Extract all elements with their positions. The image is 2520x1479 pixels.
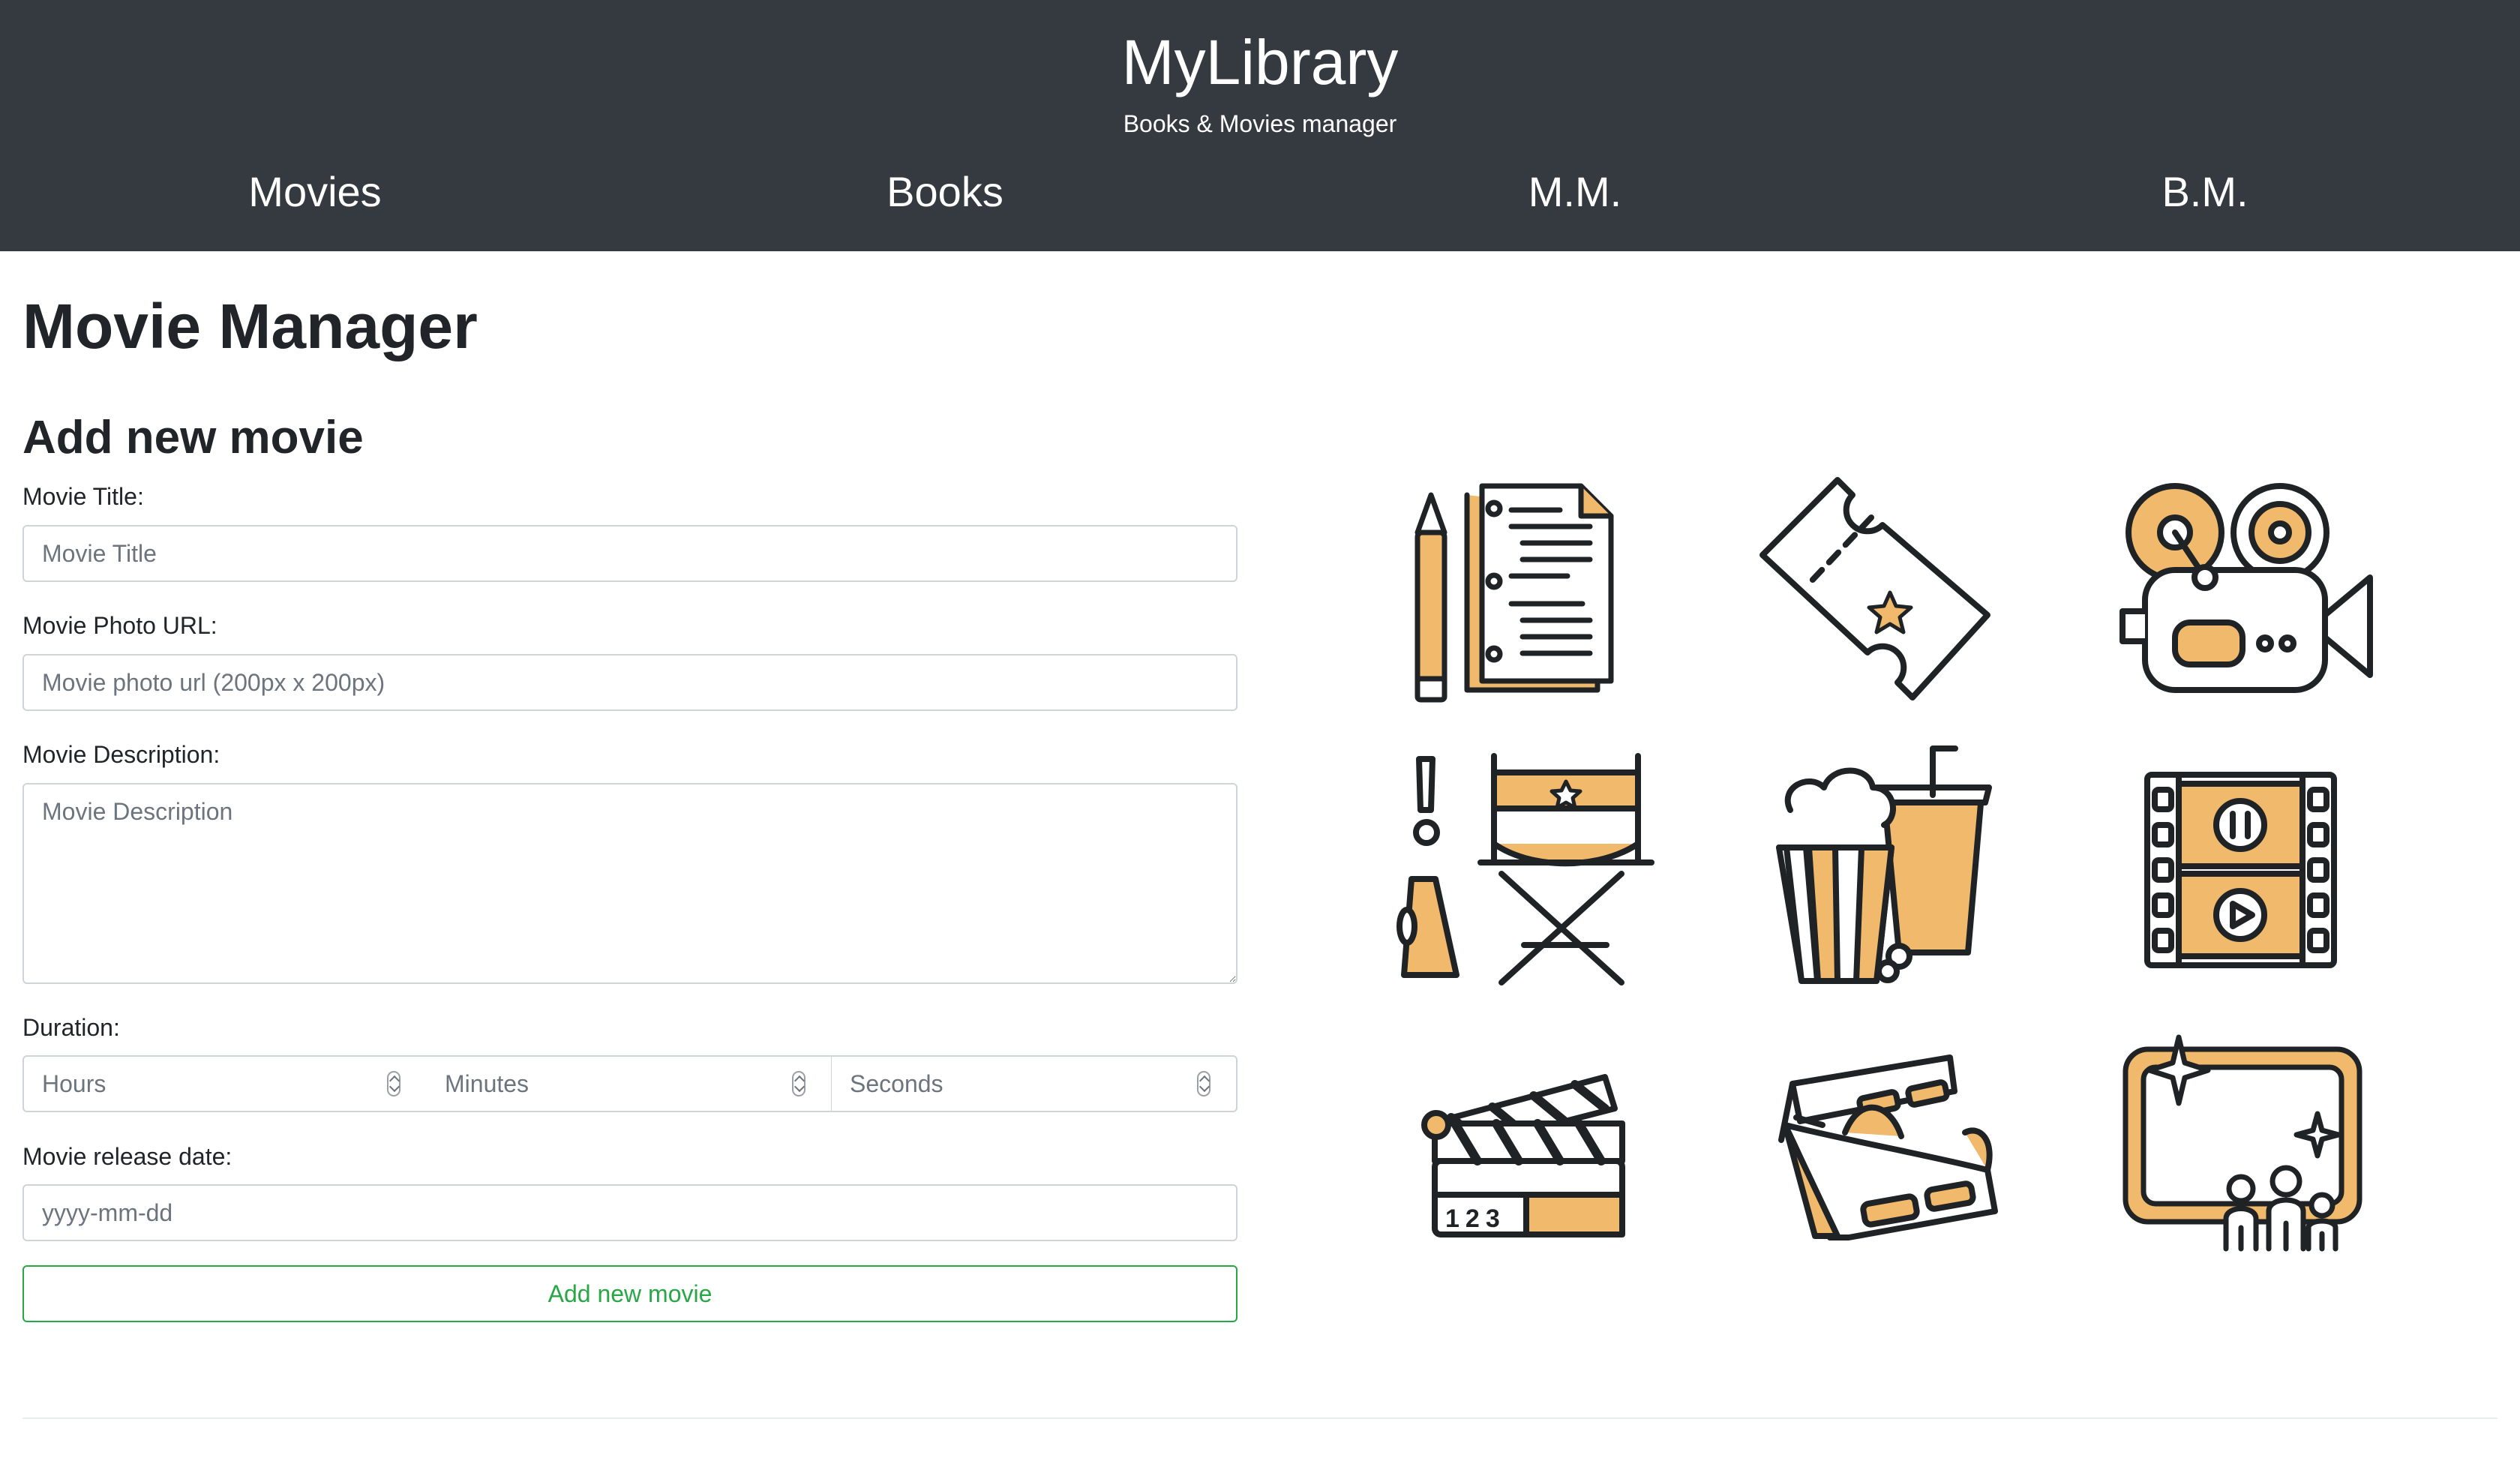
footer-divider <box>22 1418 2498 1419</box>
duration-label: Duration: <box>22 1014 120 1041</box>
brand-tagline: Books & Movies manager <box>1123 110 1397 137</box>
release-date-input[interactable] <box>22 1184 1238 1241</box>
release-date-label: Movie release date: <box>22 1143 232 1170</box>
3d-glasses-icon <box>1778 1050 2002 1252</box>
film-camera-icon <box>2115 480 2378 698</box>
seconds-stepper-icon[interactable] <box>1197 1071 1210 1096</box>
nav-movie-manager[interactable]: M.M. <box>1260 160 1890 224</box>
film-strip-icon <box>2141 769 2340 971</box>
add-movie-button[interactable]: Add new movie <box>22 1265 1238 1322</box>
nav-movies[interactable]: Movies <box>0 160 630 224</box>
duration-hours-input[interactable] <box>22 1055 428 1112</box>
movie-description-label: Movie Description: <box>22 741 220 768</box>
cinema-screen-icon <box>2115 1031 2370 1256</box>
clapperboard-icon: 123 <box>1421 1041 1631 1244</box>
brand-title[interactable]: MyLibrary <box>0 21 2520 104</box>
svg-text:123: 123 <box>1445 1204 1506 1233</box>
hours-stepper-icon[interactable] <box>387 1071 400 1096</box>
form-title: Add new movie <box>22 412 364 464</box>
script-pencil-icon <box>1410 480 1635 712</box>
movie-photo-label: Movie Photo URL: <box>22 612 218 639</box>
nav-books[interactable]: Books <box>630 160 1260 224</box>
minutes-stepper-icon[interactable] <box>792 1071 806 1096</box>
movie-title-label: Movie Title: <box>22 483 144 510</box>
director-chair-icon <box>1396 750 1659 990</box>
movie-photo-input[interactable] <box>22 654 1238 711</box>
movie-description-textarea[interactable] <box>22 783 1238 984</box>
duration-seconds-input[interactable] <box>832 1055 1238 1112</box>
nav-book-manager[interactable]: B.M. <box>1890 160 2520 224</box>
duration-minutes-input[interactable] <box>427 1055 832 1112</box>
page-title: Movie Manager <box>22 291 478 362</box>
movie-title-input[interactable] <box>22 525 1238 582</box>
popcorn-drink-icon <box>1772 742 2004 990</box>
site-header: MyLibrary Books & Movies manager Movies … <box>0 0 2520 251</box>
ticket-icon <box>1755 472 1995 705</box>
